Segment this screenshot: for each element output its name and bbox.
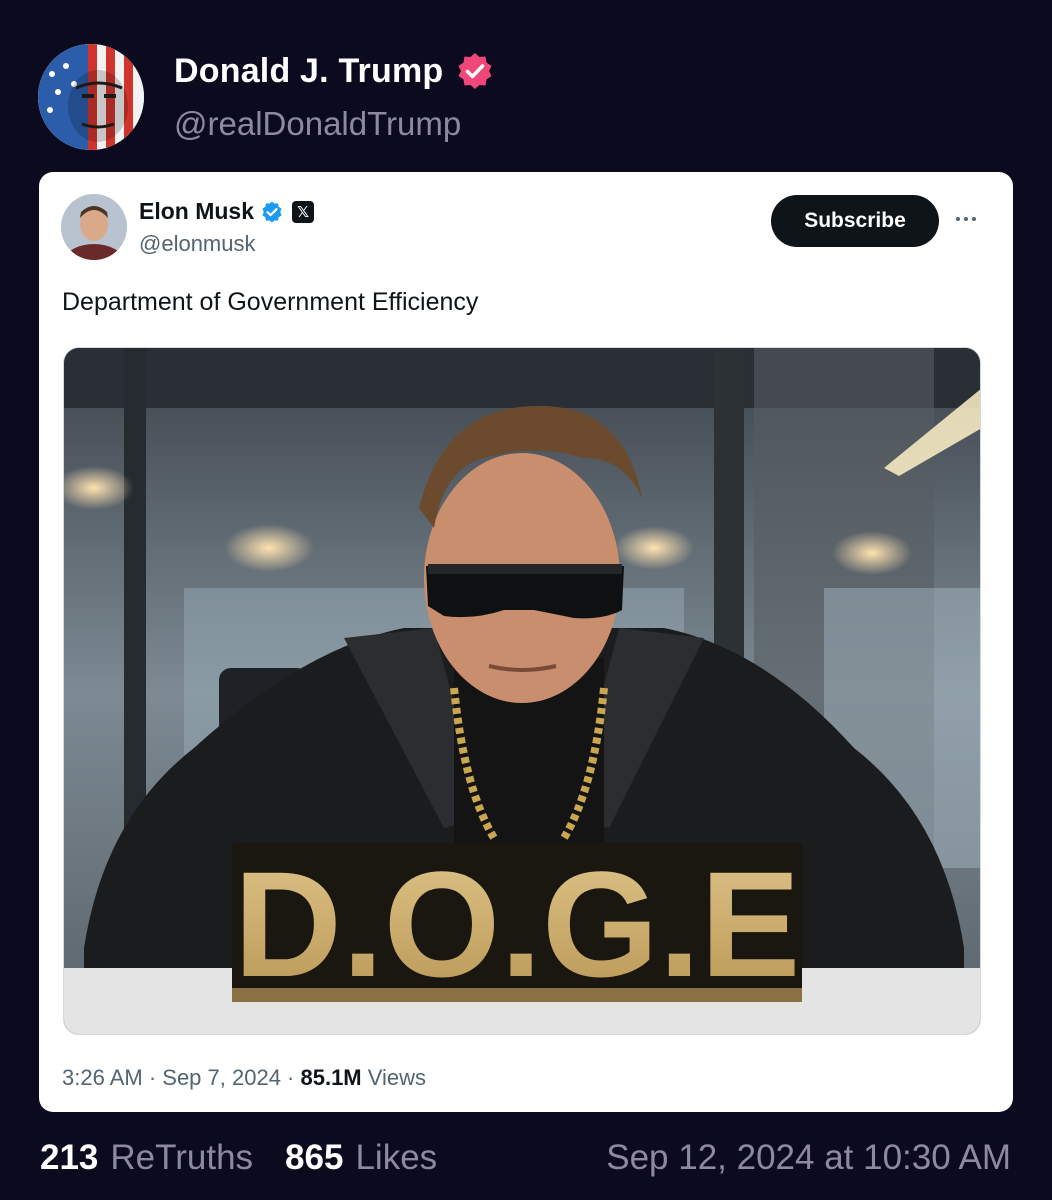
author-name[interactable]: Donald J. Trump (174, 52, 443, 91)
more-dots-icon[interactable] (949, 206, 983, 232)
verified-badge-icon (458, 53, 492, 89)
truth-post: Donald J. Trump @realDonaldTrump Elon Mu… (0, 0, 1052, 1200)
views-label: Views (361, 1065, 427, 1090)
author-info: Donald J. Trump @realDonaldTrump (174, 51, 495, 143)
x-logo-icon: 𝕏 (292, 200, 315, 223)
likes-label: Likes (355, 1138, 438, 1177)
verified-check-icon (262, 201, 282, 222)
embed-author-avatar[interactable] (61, 194, 127, 260)
embed-author-info: Elon Musk 𝕏 @elonmusk (139, 198, 315, 257)
retruths-stat[interactable]: 213 ReTruths (40, 1138, 253, 1178)
embed-name-row: Elon Musk 𝕏 (139, 198, 315, 225)
post-image[interactable]: D.O.G.E (63, 347, 981, 1035)
embed-header: Elon Musk 𝕏 @elonmusk (61, 194, 315, 260)
embed-meta: 3:26 AM · Sep 7, 2024 · 85.1M Views (62, 1065, 426, 1091)
retruths-count: 213 (40, 1138, 99, 1177)
embedded-post-card[interactable]: Elon Musk 𝕏 @elonmusk Subscribe Departme… (39, 172, 1013, 1112)
embed-author-name[interactable]: Elon Musk (139, 198, 254, 225)
post-timestamp[interactable]: Sep 12, 2024 at 10:30 AM (606, 1138, 1011, 1178)
author-avatar[interactable] (38, 44, 144, 150)
views-count: 85.1M (300, 1065, 362, 1090)
retruths-label: ReTruths (110, 1138, 254, 1177)
likes-stat[interactable]: 865 Likes (285, 1138, 437, 1178)
author-name-row: Donald J. Trump (174, 51, 495, 91)
likes-count: 865 (285, 1138, 344, 1177)
author-handle[interactable]: @realDonaldTrump (174, 105, 495, 143)
embed-timestamp[interactable]: 3:26 AM · Sep 7, 2024 · (62, 1065, 300, 1090)
embed-author-handle[interactable]: @elonmusk (139, 231, 314, 257)
embed-post-text: Department of Government Efficiency (62, 288, 479, 316)
post-stats: 213 ReTruths 865 Likes (40, 1138, 469, 1178)
post-header: Donald J. Trump @realDonaldTrump (38, 44, 495, 150)
subscribe-button[interactable]: Subscribe (771, 195, 939, 247)
doge-sign-text: D.O.G.E (234, 840, 801, 1008)
